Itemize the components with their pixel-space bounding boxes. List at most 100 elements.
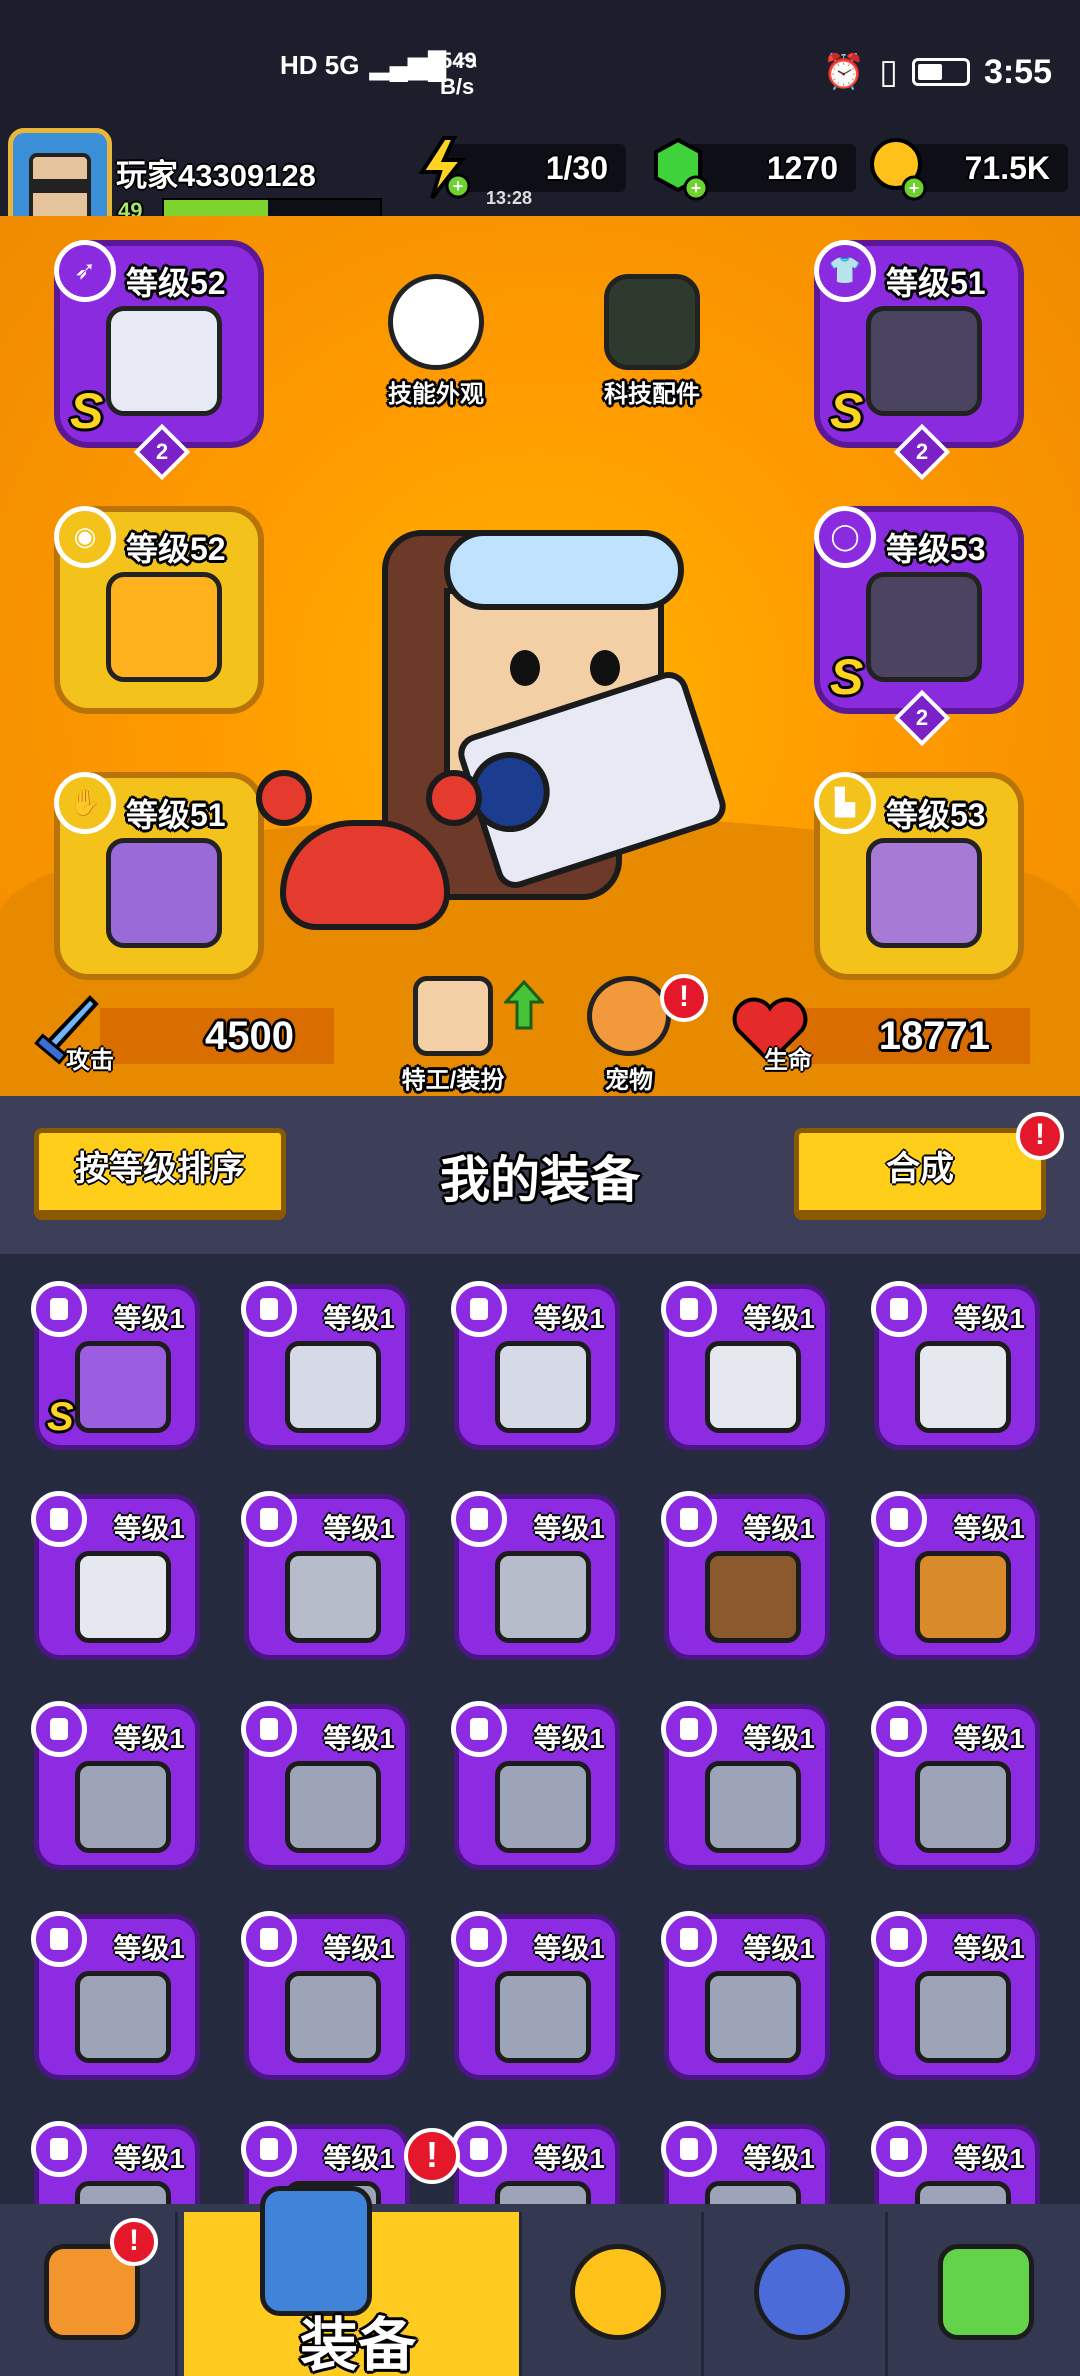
armor-icon [75, 1971, 171, 2063]
inventory-item[interactable]: 等级1 [871, 1911, 1040, 2080]
slot-belt[interactable]: ◯ 等级53 S 2 [814, 506, 1024, 747]
pet-alert-badge: ! [660, 974, 708, 1022]
item-level: 等级1 [113, 2143, 185, 2174]
inventory-item[interactable]: 等级1 [31, 1911, 200, 2080]
armor-icon [495, 1761, 591, 1853]
inventory-item[interactable]: 等级1 [31, 1491, 200, 1660]
inventory-item[interactable]: 等级1 [661, 1911, 830, 2080]
necklace-icon [106, 572, 222, 682]
revolver-icon [285, 1551, 381, 1643]
armor-icon [915, 1761, 1011, 1853]
belt-icon [866, 572, 982, 682]
inventory-item[interactable]: 等级1 [661, 1701, 830, 1870]
item-level: 等级1 [953, 2143, 1025, 2174]
inventory-item[interactable]: 等级1 [31, 1701, 200, 1870]
slot-weapon-stars-value: 2 [155, 439, 169, 464]
armor-icon [705, 1971, 801, 2063]
inventory-item[interactable]: 等级1 [661, 2121, 830, 2204]
inventory-item[interactable]: 等级1 [871, 2121, 1040, 2204]
item-level: 等级1 [743, 1303, 815, 1334]
item-level: 等级1 [743, 2143, 815, 2174]
battery-icon [911, 58, 970, 86]
tab-missions[interactable] [526, 2212, 704, 2376]
armor-icon [75, 1761, 171, 1853]
item-level: 等级1 [533, 1723, 605, 1754]
inventory-item[interactable]: 等级1 [451, 2121, 620, 2204]
inventory-item[interactable]: 等级1 [31, 2121, 200, 2204]
armor-icon [285, 1971, 381, 2063]
item-level: 等级1 [323, 1303, 395, 1334]
armor-icon [285, 1761, 381, 1853]
inventory-item[interactable]: 等级1 [661, 1491, 830, 1660]
item-level: 等级1 [323, 2143, 395, 2174]
armor-icon [495, 2181, 591, 2204]
inventory-item[interactable]: 等级1 [451, 1911, 620, 2080]
slot-boots-level: 等级53 [886, 797, 986, 833]
item-level: 等级1 [533, 1303, 605, 1334]
soccer-ball-icon [388, 274, 484, 370]
inventory-item[interactable]: 等级1 [871, 1491, 1040, 1660]
item-level: 等级1 [953, 1303, 1025, 1334]
inventory-grid[interactable]: 等级1 S 等级1 等级1 等级1 等级1 等级1 等级1 等级1 等级1 等级1 等级1 等级1 等级1… [0, 1254, 1080, 2204]
merge-alert-badge: ! [1016, 1112, 1064, 1160]
inventory-item[interactable]: 等级1 [241, 1281, 410, 1450]
merge-button[interactable]: 合成 [794, 1128, 1046, 1220]
clock: 3:55 [983, 52, 1052, 91]
item-category-icon [451, 1701, 507, 1757]
inventory-item[interactable]: 等级1 [661, 1281, 830, 1450]
network-label: HD 5G [280, 50, 360, 80]
hp-label: 生命 [764, 1047, 812, 1074]
inventory-item[interactable]: 等级1 [871, 1281, 1040, 1450]
tab-orb[interactable] [710, 2212, 888, 2376]
slot-necklace-level: 等级52 [126, 531, 226, 567]
item-category-icon [451, 1281, 507, 1337]
sort-by-level-button[interactable]: 按等级排序 [34, 1128, 286, 1220]
skill-skin-button[interactable]: 技能外观 [366, 274, 506, 409]
avatar-glasses [33, 179, 89, 193]
attack-label: 攻击 [66, 1047, 114, 1074]
gem-add-icon[interactable]: + [650, 136, 710, 202]
attack-stat: 4500 [100, 1008, 334, 1064]
energy-timer: 13:28 [486, 188, 533, 208]
item-category-icon [451, 1491, 507, 1547]
tab-equipment-label: 装备 [300, 2313, 417, 2376]
slot-gloves[interactable]: ✋ 等级51 [54, 772, 264, 980]
inventory-item[interactable]: 等级1 [451, 1281, 620, 1450]
agent-eye-right [590, 650, 620, 686]
slot-belt-stars-value: 2 [915, 705, 929, 730]
slot-necklace[interactable]: ◉ 等级52 [54, 506, 264, 714]
armor-icon [495, 1971, 591, 2063]
inventory-item[interactable]: 等级1 [871, 1701, 1040, 1870]
saber-icon [75, 1551, 171, 1643]
item-category-icon [31, 1701, 87, 1757]
slot-armor[interactable]: 👕 等级51 S 2 [814, 240, 1024, 481]
item-category-icon [661, 1281, 717, 1337]
item-rank: S [47, 1395, 74, 1439]
energy-counter[interactable]: 1/30 [448, 144, 626, 192]
tech-parts-button[interactable]: 科技配件 [582, 274, 722, 409]
tab-dna[interactable] [894, 2212, 1072, 2376]
inventory-item[interactable]: 等级1 [241, 1701, 410, 1870]
gem-counter[interactable]: 1270 [686, 144, 856, 192]
crab-claw-right [426, 770, 482, 826]
pet-label: 宠物 [605, 1067, 653, 1094]
item-level: 等级1 [113, 1723, 185, 1754]
slot-boots[interactable]: ▙ 等级53 [814, 772, 1024, 980]
coin-add-icon[interactable]: + [868, 136, 930, 202]
inventory-item[interactable]: 等级1 [241, 1491, 410, 1660]
energy-icon: + [414, 136, 471, 200]
item-level: 等级1 [323, 1513, 395, 1544]
item-category-icon [871, 2121, 927, 2177]
slot-weapon[interactable]: ➶ 等级52 S 2 [54, 240, 264, 481]
energy-value: 1/30 [545, 150, 608, 186]
inventory-item[interactable]: 等级1 [451, 1701, 620, 1870]
weapon-category-icon: ➶ [54, 240, 116, 302]
armor-icon [705, 2181, 801, 2204]
item-category-icon [451, 2121, 507, 2177]
inventory-item[interactable]: 等级1 [451, 1491, 620, 1660]
armor-icon [915, 2181, 1011, 2204]
item-level: 等级1 [743, 1723, 815, 1754]
saber-icon [915, 1341, 1011, 1433]
inventory-item[interactable]: 等级1 S [31, 1281, 200, 1450]
inventory-item[interactable]: 等级1 [241, 1911, 410, 2080]
